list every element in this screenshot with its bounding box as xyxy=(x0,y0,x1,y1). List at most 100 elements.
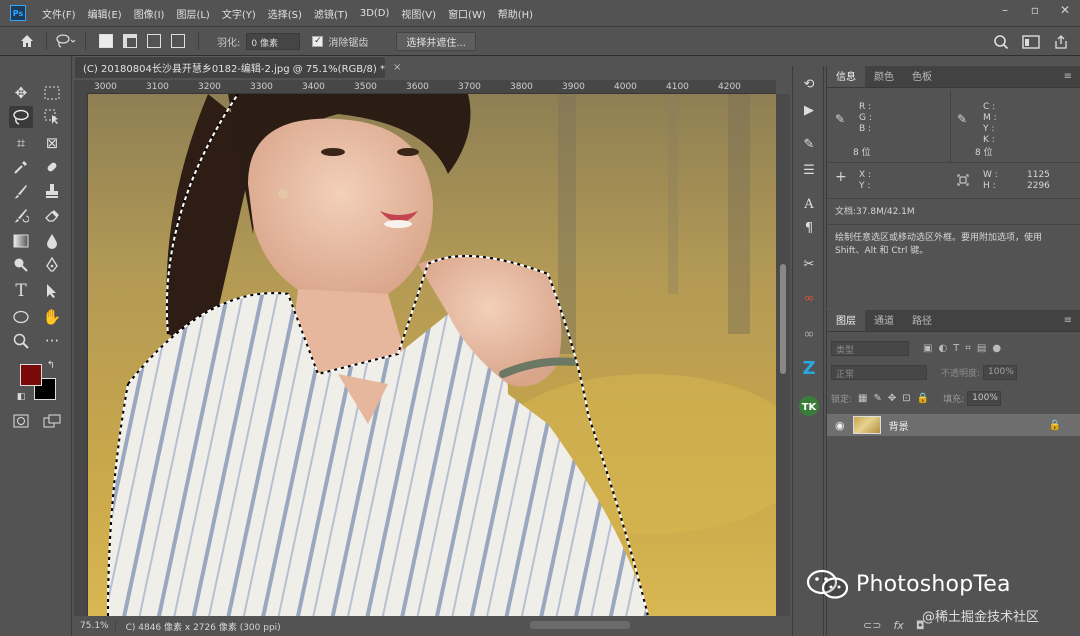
minimize-icon[interactable]: – xyxy=(990,0,1020,20)
dodge-tool-icon[interactable] xyxy=(9,254,33,276)
scrollbar-thumb[interactable] xyxy=(780,264,786,374)
marquee-tool-icon[interactable] xyxy=(40,82,64,104)
menu-3d[interactable]: 3D(D) xyxy=(354,8,396,19)
plugin-link-gray-icon[interactable]: ∞ xyxy=(797,322,821,346)
horizontal-scrollbar-thumb[interactable] xyxy=(530,621,630,629)
menu-edit[interactable]: 编辑(E) xyxy=(82,6,128,21)
share-icon[interactable] xyxy=(1050,31,1072,53)
adjustments-icon[interactable]: ☰ xyxy=(797,158,821,182)
layer-row-background[interactable]: ◉ 背景 🔒 xyxy=(827,414,1080,436)
menu-window[interactable]: 窗口(W) xyxy=(442,6,492,21)
filter-icons[interactable]: ▣◐T⌗▤● xyxy=(923,343,1007,354)
layer-search-input[interactable]: 类型 xyxy=(831,340,909,356)
menu-image[interactable]: 图像(I) xyxy=(128,6,171,21)
add-selection-icon[interactable] xyxy=(123,34,137,48)
menu-help[interactable]: 帮助(H) xyxy=(492,6,539,21)
tab-swatches[interactable]: 色板 xyxy=(903,64,941,87)
rgb-labels: R : G : B : xyxy=(859,102,872,134)
plugin-z-icon[interactable]: Z xyxy=(797,356,821,380)
type-tool-icon[interactable]: T xyxy=(9,280,33,302)
tab-info[interactable]: 信息 xyxy=(827,64,865,87)
lock-icons[interactable]: ▦✎✥⊡🔒 xyxy=(858,393,935,404)
clone-stamp-tool-icon[interactable] xyxy=(40,180,64,202)
lasso-tool-icon[interactable] xyxy=(9,106,33,128)
pen-tool-icon[interactable] xyxy=(40,254,64,276)
new-selection-icon[interactable] xyxy=(99,34,113,48)
frame-tool-icon[interactable]: ⊠ xyxy=(40,132,64,154)
hand-tool-icon[interactable]: ✋ xyxy=(40,306,64,328)
panel-menu-icon[interactable]: ≡ xyxy=(1064,315,1072,326)
tab-color[interactable]: 颜色 xyxy=(865,64,903,87)
workspace-icon[interactable] xyxy=(1020,31,1042,53)
lasso-preset-icon[interactable] xyxy=(55,30,77,52)
link-layers-icon[interactable]: ⊂⊃ xyxy=(863,619,881,632)
close-window-icon[interactable]: ✕ xyxy=(1050,0,1080,20)
shape-tool-icon[interactable] xyxy=(9,306,33,328)
history-brush-tool-icon[interactable] xyxy=(9,204,33,226)
healing-brush-tool-icon[interactable] xyxy=(40,156,64,178)
tab-paths[interactable]: 路径 xyxy=(903,308,941,331)
ruler-label: 3200 xyxy=(198,82,221,92)
foreground-color-swatch[interactable] xyxy=(20,364,42,386)
tab-layers[interactable]: 图层 xyxy=(827,308,865,331)
menu-type[interactable]: 文字(Y) xyxy=(216,6,262,21)
swap-colors-icon[interactable]: ↰ xyxy=(44,358,58,372)
maximize-icon[interactable]: ▫ xyxy=(1020,0,1050,20)
actions-play-icon[interactable]: ▶ xyxy=(797,98,821,122)
zoom-level[interactable]: 75.1% xyxy=(74,621,115,631)
menu-select[interactable]: 选择(S) xyxy=(262,6,308,21)
eraser-tool-icon[interactable] xyxy=(40,204,64,226)
character-icon[interactable]: A xyxy=(797,192,821,216)
tools-scissors-icon[interactable]: ✂ xyxy=(797,252,821,276)
ruler-label: 3600 xyxy=(406,82,429,92)
screen-mode-icon[interactable] xyxy=(40,410,64,432)
ruler-label: 3500 xyxy=(354,82,377,92)
close-document-icon[interactable]: × xyxy=(393,62,401,73)
menu-file[interactable]: 文件(F) xyxy=(36,6,82,21)
eyedropper-tool-icon[interactable] xyxy=(9,156,33,178)
layer-filter-row: 类型 ▣◐T⌗▤● xyxy=(831,338,1077,358)
ruler-origin[interactable] xyxy=(74,80,88,94)
paragraph-icon[interactable]: ¶ xyxy=(797,216,821,240)
vertical-ruler[interactable] xyxy=(74,94,88,616)
search-icon[interactable] xyxy=(990,31,1012,53)
fill-input[interactable]: 100% xyxy=(967,390,1002,406)
horizontal-ruler[interactable]: 3000 3100 3200 3300 3400 3500 3600 3700 … xyxy=(88,80,776,94)
crop-tool-icon[interactable]: ⌗ xyxy=(9,132,33,154)
quick-mask-icon[interactable] xyxy=(9,410,33,432)
feather-input[interactable]: 0 像素 xyxy=(246,32,301,50)
gradient-tool-icon[interactable] xyxy=(9,230,33,252)
default-colors-icon[interactable]: ◧ xyxy=(14,390,28,404)
plugin-link-red-icon[interactable]: ∞ xyxy=(797,286,821,310)
tab-channels[interactable]: 通道 xyxy=(865,308,903,331)
menu-bar: Ps 文件(F) 编辑(E) 图像(I) 图层(L) 文字(Y) 选择(S) 滤… xyxy=(0,0,1080,26)
menu-filter[interactable]: 滤镜(T) xyxy=(308,6,354,21)
antialias-checkbox[interactable]: ✓ xyxy=(312,35,324,47)
panel-menu-icon[interactable]: ≡ xyxy=(1064,71,1072,82)
layer-name[interactable]: 背景 xyxy=(889,418,909,433)
brush-tool-icon[interactable] xyxy=(9,180,33,202)
vertical-scrollbar[interactable] xyxy=(776,94,790,616)
home-icon[interactable] xyxy=(16,30,38,52)
blend-mode-select[interactable]: 正常 xyxy=(831,364,927,380)
visibility-eye-icon[interactable]: ◉ xyxy=(835,419,845,432)
document-info[interactable]: C) 4846 像素 x 2726 像素 (300 ppi) xyxy=(114,619,281,633)
plugin-tk-icon[interactable]: TK xyxy=(797,394,821,418)
move-tool-icon[interactable]: ✥ xyxy=(9,82,33,104)
path-selection-tool-icon[interactable] xyxy=(40,280,64,302)
document-canvas[interactable] xyxy=(88,94,776,616)
menu-view[interactable]: 视图(V) xyxy=(395,6,442,21)
history-icon[interactable]: ⟲ xyxy=(797,72,821,96)
brush-settings-icon[interactable]: ✎ xyxy=(797,132,821,156)
subtract-selection-icon[interactable] xyxy=(147,34,161,48)
document-tab[interactable]: (C) 20180804长沙县开慧乡0182-编辑-2.jpg @ 75.1%(… xyxy=(75,56,401,78)
more-tools-icon[interactable]: ··· xyxy=(40,330,64,352)
object-select-tool-icon[interactable] xyxy=(40,106,64,128)
menu-layer[interactable]: 图层(L) xyxy=(170,6,215,21)
blur-tool-icon[interactable] xyxy=(40,230,64,252)
fx-icon[interactable]: fx xyxy=(893,619,903,632)
intersect-selection-icon[interactable] xyxy=(171,34,185,48)
zoom-tool-icon[interactable] xyxy=(9,330,33,352)
opacity-input[interactable]: 100% xyxy=(983,364,1018,380)
select-and-mask-button[interactable]: 选择并遮住... xyxy=(396,31,476,51)
